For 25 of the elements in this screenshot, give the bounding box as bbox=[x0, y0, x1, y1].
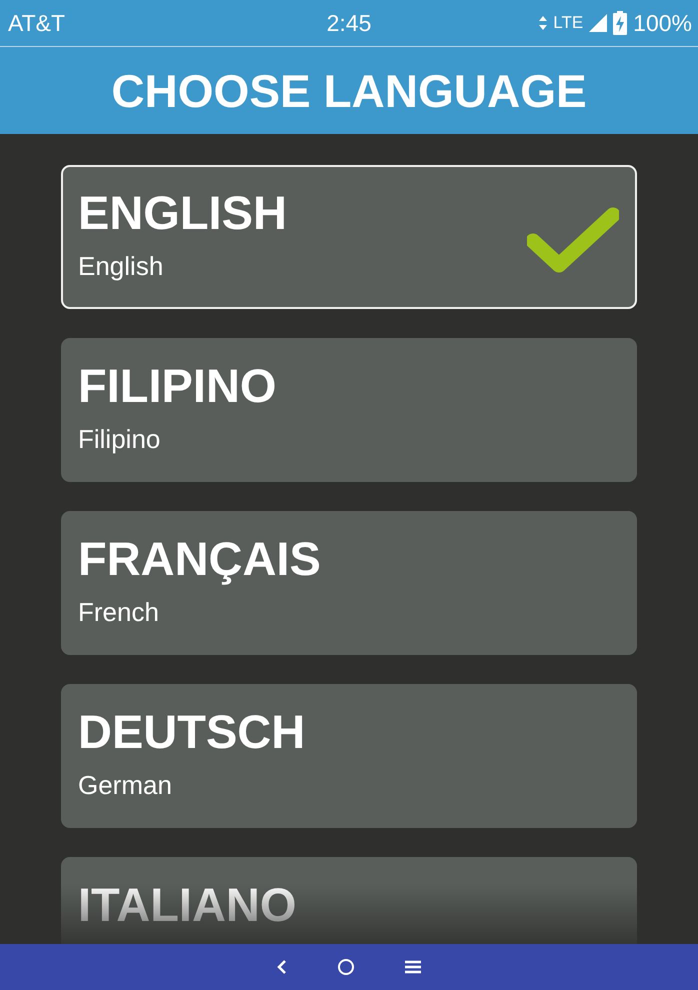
language-option[interactable]: FRANÇAIS French bbox=[61, 511, 637, 655]
language-name: FILIPINO bbox=[78, 358, 278, 414]
language-subtitle: French bbox=[78, 597, 160, 628]
language-name: ITALIANO bbox=[78, 877, 298, 933]
battery-icon bbox=[613, 11, 628, 35]
data-arrows-icon bbox=[539, 16, 548, 30]
language-option[interactable]: ITALIANO bbox=[61, 857, 637, 944]
language-subtitle: English bbox=[78, 251, 164, 282]
language-name: DEUTSCH bbox=[78, 704, 306, 760]
network-label: LTE bbox=[553, 13, 584, 33]
page-title: CHOOSE LANGUAGE bbox=[111, 64, 587, 118]
menu-icon[interactable] bbox=[405, 960, 421, 974]
carrier-label: AT&T bbox=[8, 10, 66, 36]
language-option[interactable]: FILIPINO Filipino bbox=[61, 338, 637, 482]
signal-icon bbox=[589, 14, 608, 32]
language-subtitle: Filipino bbox=[78, 424, 162, 455]
language-option[interactable]: DEUTSCH German bbox=[61, 684, 637, 828]
battery-label: 100% bbox=[633, 10, 692, 36]
clock: 2:45 bbox=[326, 10, 372, 36]
language-option[interactable]: ENGLISH English bbox=[61, 165, 637, 309]
home-icon[interactable] bbox=[337, 958, 355, 976]
language-name: FRANÇAIS bbox=[78, 531, 322, 587]
language-subtitle: German bbox=[78, 770, 173, 801]
back-icon[interactable] bbox=[277, 959, 287, 975]
language-name: ENGLISH bbox=[78, 185, 288, 241]
